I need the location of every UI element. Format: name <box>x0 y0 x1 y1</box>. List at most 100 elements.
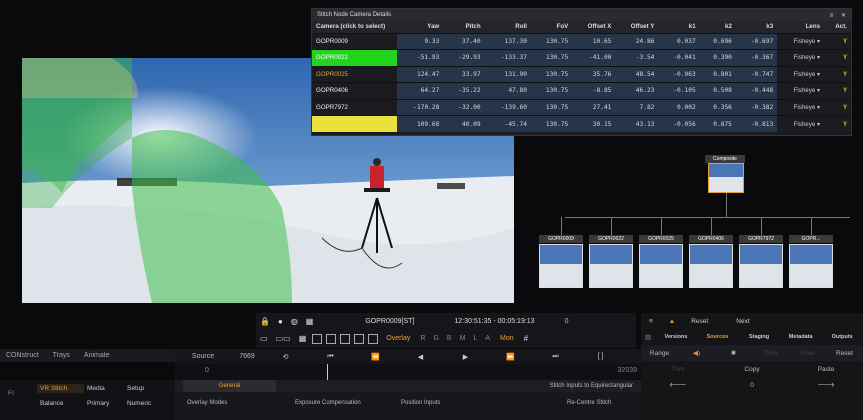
node-camera[interactable] <box>639 244 683 288</box>
active-toggle[interactable]: Y <box>824 115 851 132</box>
play-reverse-icon[interactable]: ◀ <box>398 353 443 361</box>
camera-name-cell[interactable] <box>312 115 397 132</box>
channel-a-button[interactable]: A <box>485 335 490 342</box>
view-dual-icon[interactable]: ▭▭ <box>276 334 291 343</box>
panel-toggle-icon[interactable]: ▥ <box>645 333 651 341</box>
channel-g-button[interactable]: G <box>433 335 438 342</box>
tool-grid-button[interactable] <box>340 333 351 344</box>
tab-general[interactable]: General <box>183 380 276 392</box>
next-button[interactable]: Next <box>736 318 749 325</box>
node-composite[interactable] <box>708 163 744 193</box>
globe-icon[interactable]: ◍ <box>291 317 298 326</box>
channel-m-button[interactable]: M <box>460 335 466 342</box>
lens-select[interactable]: Fisheye ▾ <box>777 49 825 66</box>
active-toggle[interactable]: Y <box>824 65 851 83</box>
tab-staging[interactable]: Staging <box>738 334 780 340</box>
node-camera[interactable] <box>739 244 783 288</box>
timeline: Source 7669 ⟲ ⏮ ⏪ ◀ ▶ ⏩ ⏭ [ ] 0 32039 <box>175 349 641 380</box>
paste-button[interactable]: Paste <box>789 366 863 373</box>
step-back-icon[interactable]: ⏪ <box>353 353 398 361</box>
active-toggle[interactable]: Y <box>824 82 851 99</box>
tool-plus-button[interactable] <box>326 333 337 344</box>
timeline-start: 0 <box>205 367 209 374</box>
menu-icon[interactable]: ≡ <box>830 13 834 19</box>
channel-l-button[interactable]: L <box>473 335 477 342</box>
camera-row[interactable]: GOPR7972 -170.28 -32.00 -139.60 130.75 27.41 7… <box>312 98 851 116</box>
node-camera[interactable] <box>689 244 733 288</box>
lens-select[interactable]: Fisheye ▾ <box>777 82 825 99</box>
tab-construct[interactable]: CONstruct <box>6 352 39 359</box>
step-forward-icon[interactable]: ⏩ <box>488 353 533 361</box>
active-toggle[interactable]: Y <box>824 98 851 116</box>
menu-icon[interactable]: ≡ <box>649 318 653 325</box>
range-trim-button[interactable]: Trim <box>752 350 789 357</box>
camera-name-cell[interactable]: GOPR0406 <box>312 82 397 99</box>
overlay-toggle[interactable]: Overlay <box>386 335 410 342</box>
lock-icon[interactable]: 🔒 <box>260 317 270 326</box>
tab-balance[interactable]: Balance <box>37 399 84 408</box>
camera-name-cell[interactable]: GOPR0022 <box>312 49 397 66</box>
tab-numeric[interactable]: Numeric <box>124 399 170 408</box>
lens-select[interactable]: Fisheye ▾ <box>777 32 825 50</box>
exposure-compensation-label: Exposure Compensation <box>295 400 361 406</box>
lens-select[interactable]: Fisheye ▾ <box>777 115 825 132</box>
offset-y-cell: 48.54 <box>615 65 659 83</box>
camera-name-cell[interactable]: GOPR0025 <box>312 65 397 83</box>
active-toggle[interactable]: Y <box>824 49 851 66</box>
right-arrow-icon[interactable]: 🡒 <box>789 381 863 389</box>
warning-icon[interactable]: ▲ <box>669 318 675 325</box>
camera-name-cell[interactable]: GOPR0009 <box>312 32 397 50</box>
playhead[interactable] <box>327 364 328 380</box>
node-camera[interactable] <box>589 244 633 288</box>
timeline-scrubber[interactable]: 0 32039 <box>175 364 641 380</box>
tab-sources[interactable]: Sources <box>697 334 739 340</box>
camera-row[interactable]: GOPR0025 124.47 33.97 131.90 130.75 35.76 48.5… <box>312 65 851 83</box>
channel-r-button[interactable]: R <box>420 335 425 342</box>
settings-icon[interactable]: ✺ <box>715 349 752 357</box>
monitor-toggle[interactable]: Mon <box>500 335 514 342</box>
node-camera[interactable] <box>789 244 833 288</box>
header-camera: Camera (click to select) <box>312 21 397 33</box>
tab-vr-stitch[interactable]: VR Stitch <box>37 384 84 393</box>
camera-row[interactable]: 109.68 40.09 -45.74 130.75 30.15 43.13 -0.056 0… <box>312 115 851 132</box>
camera-row[interactable]: GOPR0406 64.27 -35.22 47.80 130.75 -8.85 46.23… <box>312 82 851 99</box>
tab-outputs[interactable]: Outputs <box>821 334 863 340</box>
close-icon[interactable]: ✕ <box>841 13 846 19</box>
left-arrow-icon[interactable]: 🡐 <box>641 381 715 389</box>
reset-button[interactable]: Reset <box>691 318 708 325</box>
play-icon[interactable]: ▶ <box>443 353 488 361</box>
range-prev-button[interactable]: Prev <box>789 350 826 357</box>
channel-b-button[interactable]: B <box>447 335 452 342</box>
tool-edit-button[interactable] <box>368 333 379 344</box>
lens-select[interactable]: Fisheye ▾ <box>777 65 825 83</box>
tool-minus-button[interactable] <box>312 333 323 344</box>
grid-hash-icon[interactable]: # <box>524 334 528 343</box>
loop-icon[interactable]: ⟲ <box>263 353 308 361</box>
tab-versions[interactable]: Versions <box>655 334 697 340</box>
tab-metadata[interactable]: Metadata <box>780 334 822 340</box>
mark-in-out-icon[interactable]: [ ] <box>578 353 623 360</box>
trim-button[interactable]: Trim <box>641 366 715 373</box>
node-camera[interactable] <box>539 244 583 288</box>
view-quad-icon[interactable]: ▦ <box>299 334 307 343</box>
camera-row[interactable]: GOPR0009 9.33 37.40 137.30 130.75 10.65 24.86 0… <box>312 32 851 50</box>
active-toggle[interactable]: Y <box>824 32 851 50</box>
film-icon[interactable]: ▦ <box>306 317 314 326</box>
tab-trays[interactable]: Trays <box>53 352 70 359</box>
go-start-icon[interactable]: ⏮ <box>308 353 353 361</box>
camera-icon[interactable]: ● <box>278 317 283 326</box>
tab-media[interactable]: Media <box>84 384 124 393</box>
camera-name-cell[interactable]: GOPR7972 <box>312 98 397 116</box>
camera-row[interactable]: GOPR0022 -51.93 -29.93 -133.37 130.75 -41.00-… <box>312 49 851 66</box>
tab-animate[interactable]: Animate <box>84 352 110 359</box>
tab-primary[interactable]: Primary <box>84 399 124 408</box>
range-reset-button[interactable]: Reset <box>826 350 863 357</box>
tool-fit-button[interactable] <box>354 333 365 344</box>
audio-icon[interactable]: ◀) <box>678 349 715 357</box>
tab-setup[interactable]: Setup <box>124 384 170 393</box>
view-single-icon[interactable]: ▭ <box>260 334 268 343</box>
k3-cell: -0.813 <box>735 115 778 132</box>
lens-select[interactable]: Fisheye ▾ <box>777 98 825 116</box>
copy-button[interactable]: Copy <box>715 366 789 373</box>
go-end-icon[interactable]: ⏭ <box>533 353 578 361</box>
